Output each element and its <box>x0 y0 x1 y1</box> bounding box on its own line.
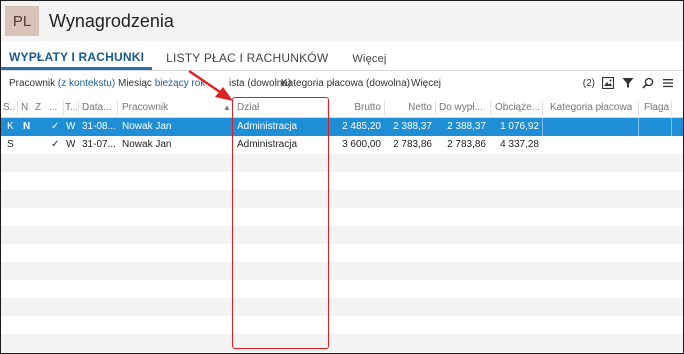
app-window: PL Wynagrodzenia WYPŁATY I RACHUNKI LIST… <box>0 0 684 354</box>
annotation-arrow <box>188 69 233 101</box>
